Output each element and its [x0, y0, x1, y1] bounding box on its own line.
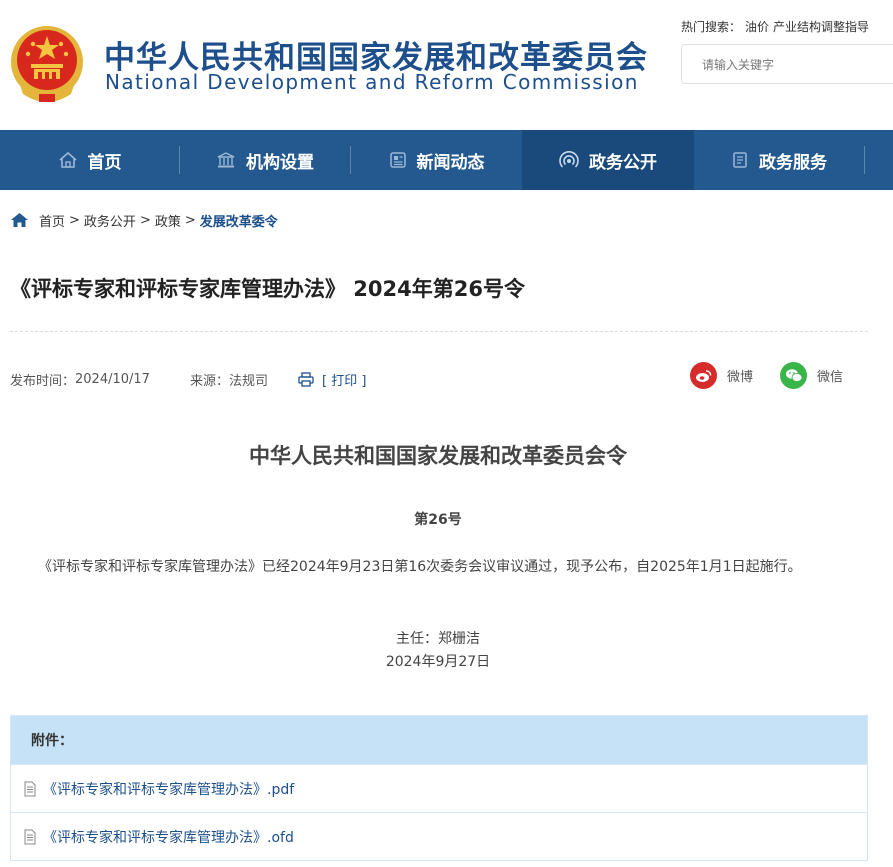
attachments-label: 附件：: [11, 716, 867, 764]
publish-label: 发布时间：: [10, 374, 76, 389]
document-date: 2024年9月27日: [385, 654, 491, 670]
share-wechat-button[interactable]: 微信: [780, 362, 843, 389]
hot-search-item-oil-price[interactable]: 油价: [745, 20, 769, 34]
file-icon: [24, 781, 36, 796]
document-icon: [733, 152, 747, 168]
breadcrumb-gov-affairs[interactable]: 政务公开: [84, 211, 136, 230]
nav-label-news: 新闻动态: [416, 152, 485, 173]
nav-divider: [864, 146, 865, 174]
print-label: [ 打印 ]: [321, 374, 367, 389]
nav-label-gov-affairs: 政务公开: [589, 152, 657, 173]
attachment-name: 《评标专家和评标专家库管理办法》.pdf: [43, 781, 295, 798]
share-weibo-label: 微博: [727, 370, 754, 385]
document-number: 第26号: [414, 512, 462, 528]
source-label: 来源：: [189, 374, 229, 389]
share-weibo-button[interactable]: 微博: [690, 362, 753, 389]
article-meta: 发布时间： 2024/10/17 来源： 法规司 [ 打印 ]: [10, 370, 366, 389]
breadcrumb-current[interactable]: 发展改革委令: [200, 211, 278, 230]
print-button[interactable]: [ 打印 ]: [298, 370, 366, 389]
breadcrumb-home[interactable]: 首页: [39, 211, 65, 230]
search-box: [681, 44, 893, 84]
file-icon: [24, 829, 36, 844]
document-signer: 主任：郑栅洁: [396, 631, 480, 647]
nav-label-services: 政务服务: [759, 152, 827, 173]
hot-search: 热门搜索： 油价 产业结构调整指导: [681, 18, 869, 35]
title-divider: [10, 331, 868, 332]
nav-item-news[interactable]: 新闻动态: [351, 130, 522, 190]
document-signature: 主任：郑栅洁 2024年9月27日: [0, 628, 876, 674]
page-title: 《评标专家和评标专家库管理办法》 2024年第26号令: [10, 277, 525, 301]
breadcrumb-policy[interactable]: 政策: [155, 211, 181, 230]
share-wechat-label: 微信: [817, 370, 844, 385]
nav-item-services[interactable]: 政务服务: [694, 130, 864, 190]
nav-item-gov-affairs[interactable]: 政务公开: [522, 130, 694, 190]
nav-label-home: 首页: [87, 152, 122, 173]
breadcrumb-separator: >: [69, 212, 80, 228]
home-icon: [58, 151, 77, 168]
attachments-panel: 附件： 《评标专家和评标专家库管理办法》.pdf 《评标专家和评标专家库管理办法…: [10, 715, 868, 861]
breadcrumb-separator: >: [184, 212, 196, 228]
attachment-link-pdf[interactable]: 《评标专家和评标专家库管理办法》.pdf: [11, 764, 867, 812]
breadcrumb-separator: >: [139, 212, 151, 228]
document-heading: 中华人民共和国国家发展和改革委员会令: [249, 444, 627, 468]
weibo-icon: [690, 362, 717, 389]
hot-search-item-industry[interactable]: 产业结构调整指导: [773, 20, 869, 34]
search-input[interactable]: [702, 55, 893, 75]
attachment-name: 《评标专家和评标专家库管理办法》.ofd: [43, 829, 294, 846]
printer-icon: [298, 372, 314, 387]
building-icon: [217, 152, 235, 168]
attachment-link-ofd[interactable]: 《评标专家和评标专家库管理办法》.ofd: [11, 812, 867, 860]
publish-date: 2024/10/17: [75, 372, 150, 387]
nav-item-organization[interactable]: 机构设置: [180, 130, 350, 190]
site-header: 中华人民共和国国家发展和改革委员会 National Development a…: [0, 0, 893, 130]
nav-label-organization: 机构设置: [246, 152, 314, 173]
main-nav: 首页 机构设置 新闻动态 政务公开 政务服务: [0, 130, 893, 190]
document-paragraph: 《评标专家和评标专家库管理办法》已经2024年9月23日第16次委务会议审议通过…: [38, 559, 802, 575]
nav-item-home[interactable]: 首页: [0, 130, 179, 190]
hot-search-label: 热门搜索：: [681, 20, 742, 34]
source-value: 法规司: [228, 374, 268, 389]
breadcrumb: 首页 > 政务公开 > 政策 > 发展改革委令: [10, 210, 278, 230]
home-icon: [11, 213, 28, 227]
wechat-icon: [780, 362, 807, 389]
signal-icon: [559, 151, 579, 168]
news-icon: [389, 152, 406, 168]
site-title-en[interactable]: National Development and Reform Commissi…: [105, 70, 639, 94]
national-emblem-logo[interactable]: [9, 22, 85, 106]
